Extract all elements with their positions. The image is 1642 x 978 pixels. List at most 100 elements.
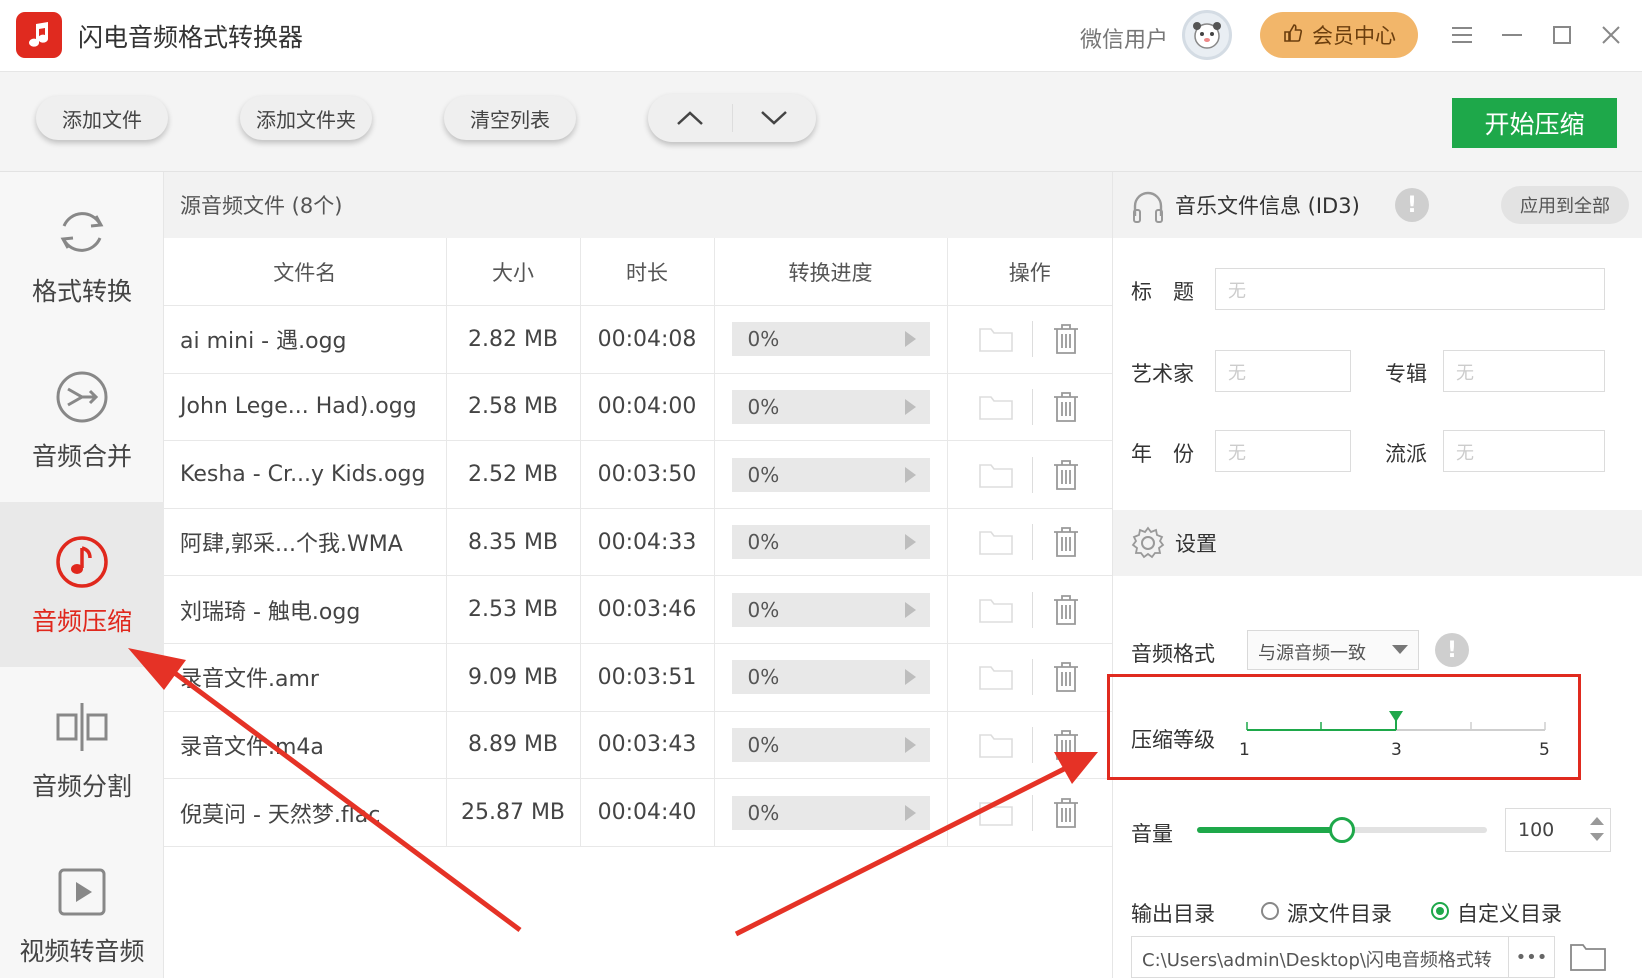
split-icon [56, 703, 108, 751]
nav-item-format-convert[interactable]: 格式转换 [0, 172, 164, 337]
file-name: Kesha - Cr...y Kids.ogg [164, 440, 447, 509]
table-row[interactable]: Kesha - Cr...y Kids.ogg 2.52 MB 00:03:50… [164, 440, 1112, 509]
open-folder-icon[interactable] [978, 799, 1014, 827]
spin-up-icon[interactable] [1590, 817, 1604, 825]
file-duration: 00:03:43 [580, 711, 715, 780]
play-icon[interactable] [904, 466, 916, 483]
column-header: 转换进度 [714, 238, 948, 307]
file-size: 2.52 MB [446, 440, 581, 509]
trash-icon[interactable] [1051, 390, 1081, 424]
play-icon[interactable] [904, 398, 916, 415]
maximize-icon[interactable] [1547, 20, 1577, 50]
volume-value: 100 [1518, 819, 1555, 841]
artist-label: 艺术家 [1131, 362, 1194, 386]
artist-field[interactable]: 无 [1215, 350, 1351, 392]
file-size: 8.89 MB [446, 711, 581, 780]
move-up-button[interactable] [648, 94, 732, 142]
trash-icon[interactable] [1051, 593, 1081, 627]
clear-list-button[interactable]: 清空列表 [444, 96, 576, 140]
trash-icon[interactable] [1051, 728, 1081, 762]
menu-icon[interactable] [1447, 20, 1477, 50]
file-size: 2.82 MB [446, 305, 581, 374]
format-select[interactable]: 与源音频一致 [1247, 630, 1419, 670]
progress-bar: 0% [731, 660, 930, 695]
table-row[interactable]: 倪莫问 - 天然梦.flac 25.87 MB 00:04:40 0% [164, 778, 1112, 847]
nav-label: 音频压缩 [31, 607, 132, 636]
info-icon[interactable]: ! [1395, 188, 1429, 222]
apply-all-button[interactable]: 应用到全部 [1501, 186, 1629, 224]
custom-dir-label: 自定义目录 [1457, 902, 1562, 926]
spin-down-icon[interactable] [1590, 833, 1604, 841]
table-row[interactable]: 录音文件.amr 9.09 MB 00:03:51 0% [164, 643, 1112, 712]
table-row[interactable]: 刘瑞琦 - 触电.ogg 2.53 MB 00:03:46 0% [164, 575, 1112, 645]
play-icon[interactable] [904, 669, 916, 686]
nav-item-video-to-audio[interactable]: 视频转音频 [0, 832, 164, 978]
browse-button[interactable]: ••• [1509, 936, 1555, 978]
nav-item-audio-merge[interactable]: 音频合并 [0, 337, 164, 502]
progress-bar: 0% [731, 322, 930, 357]
play-icon[interactable] [904, 534, 916, 551]
trash-icon[interactable] [1051, 458, 1081, 492]
vip-center-button[interactable]: 会员中心 [1260, 12, 1418, 58]
trash-icon[interactable] [1051, 796, 1081, 830]
title-bar: 闪电音频格式转换器 微信用户 会员中心 [0, 0, 1642, 72]
radio-source-dir[interactable] [1261, 902, 1279, 920]
column-header: 时长 [580, 238, 715, 307]
play-icon[interactable] [904, 331, 916, 348]
progress-text: 0% [747, 800, 780, 825]
table-row[interactable]: ai mini - 遇.ogg 2.82 MB 00:04:08 0% [164, 305, 1112, 374]
close-icon[interactable] [1596, 20, 1626, 50]
avatar[interactable] [1182, 10, 1232, 60]
trash-icon[interactable] [1051, 660, 1081, 694]
minimize-icon[interactable] [1497, 20, 1527, 50]
progress-text: 0% [747, 327, 780, 352]
slider-handle[interactable] [1329, 817, 1355, 843]
id3-section-header: 音乐文件信息 (ID3) ! 应用到全部 [1113, 172, 1642, 238]
nav-item-audio-split[interactable]: 音频分割 [0, 667, 164, 832]
play-icon[interactable] [904, 804, 916, 821]
start-compress-button[interactable]: 开始压缩 [1452, 98, 1617, 148]
year-field[interactable]: 无 [1215, 430, 1351, 472]
title-field[interactable]: 无 [1215, 268, 1605, 310]
genre-field[interactable]: 无 [1443, 430, 1605, 472]
user-name[interactable]: 微信用户 [1080, 22, 1168, 54]
open-folder-icon[interactable] [978, 596, 1014, 624]
folder-icon[interactable] [1569, 940, 1607, 972]
volume-input[interactable]: 100 [1505, 808, 1611, 852]
move-down-button[interactable] [733, 94, 817, 142]
album-field[interactable]: 无 [1443, 350, 1605, 392]
radio-custom-dir[interactable] [1431, 902, 1449, 920]
progress-bar: 0% [731, 727, 930, 762]
nav-item-audio-compress[interactable]: 音频压缩 [0, 502, 164, 667]
volume-fill [1197, 827, 1342, 833]
open-folder-icon[interactable] [978, 325, 1014, 353]
trash-icon[interactable] [1051, 525, 1081, 559]
table-row[interactable]: 录音文件.m4a 8.89 MB 00:03:43 0% [164, 711, 1112, 780]
play-icon[interactable] [904, 736, 916, 753]
play-icon[interactable] [904, 601, 916, 618]
add-folder-button[interactable]: 添加文件夹 [240, 96, 372, 140]
volume-slider[interactable] [1197, 817, 1487, 843]
trash-icon[interactable] [1051, 322, 1081, 356]
open-folder-icon[interactable] [978, 663, 1014, 691]
open-folder-icon[interactable] [978, 731, 1014, 759]
table-row[interactable]: John Lege... Had).ogg 2.58 MB 00:04:00 0… [164, 373, 1112, 442]
file-duration: 00:03:46 [580, 575, 715, 645]
column-header: 文件名 [164, 238, 447, 307]
volume-label: 音量 [1131, 822, 1173, 846]
slider-handle[interactable] [1389, 711, 1403, 730]
progress-text: 0% [747, 394, 780, 419]
info-icon[interactable]: ! [1435, 633, 1469, 667]
refresh-icon [60, 212, 104, 252]
table-row[interactable]: 阿肆,郭采...个我.WMA 8.35 MB 00:04:33 0% [164, 508, 1112, 577]
add-file-button[interactable]: 添加文件 [36, 96, 168, 140]
album-label: 专辑 [1385, 362, 1427, 386]
open-folder-icon[interactable] [978, 393, 1014, 421]
file-duration: 00:04:08 [580, 305, 715, 374]
file-name: 倪莫问 - 天然梦.flac [164, 778, 447, 847]
open-folder-icon[interactable] [978, 528, 1014, 556]
open-folder-icon[interactable] [978, 461, 1014, 489]
app-title: 闪电音频格式转换器 [78, 23, 304, 52]
source-dir-label: 源文件目录 [1287, 902, 1392, 926]
output-path-input[interactable]: C:\Users\admin\Desktop\闪电音频格式转 [1131, 936, 1509, 978]
